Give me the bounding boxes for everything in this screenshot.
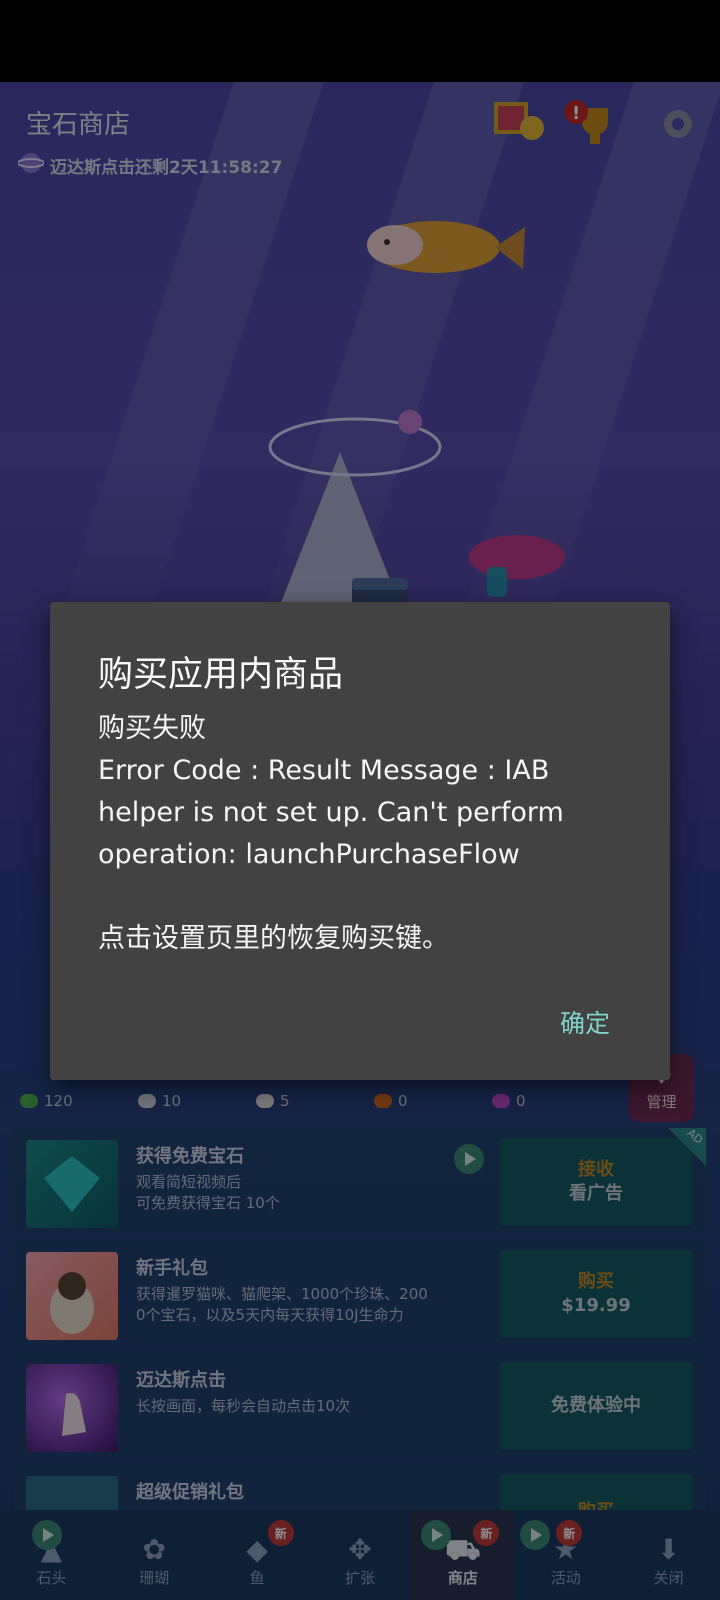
dialog-message: 购买失败 Error Code : Result Message : IAB h… xyxy=(98,713,564,954)
dialog-title: 购买应用内商品 xyxy=(98,655,344,695)
status-bar xyxy=(0,0,720,82)
purchase-error-dialog: 购买应用内商品 购买失败 Error Code : Result Message… xyxy=(50,602,670,1080)
confirm-button[interactable]: 确定 xyxy=(560,998,610,1046)
